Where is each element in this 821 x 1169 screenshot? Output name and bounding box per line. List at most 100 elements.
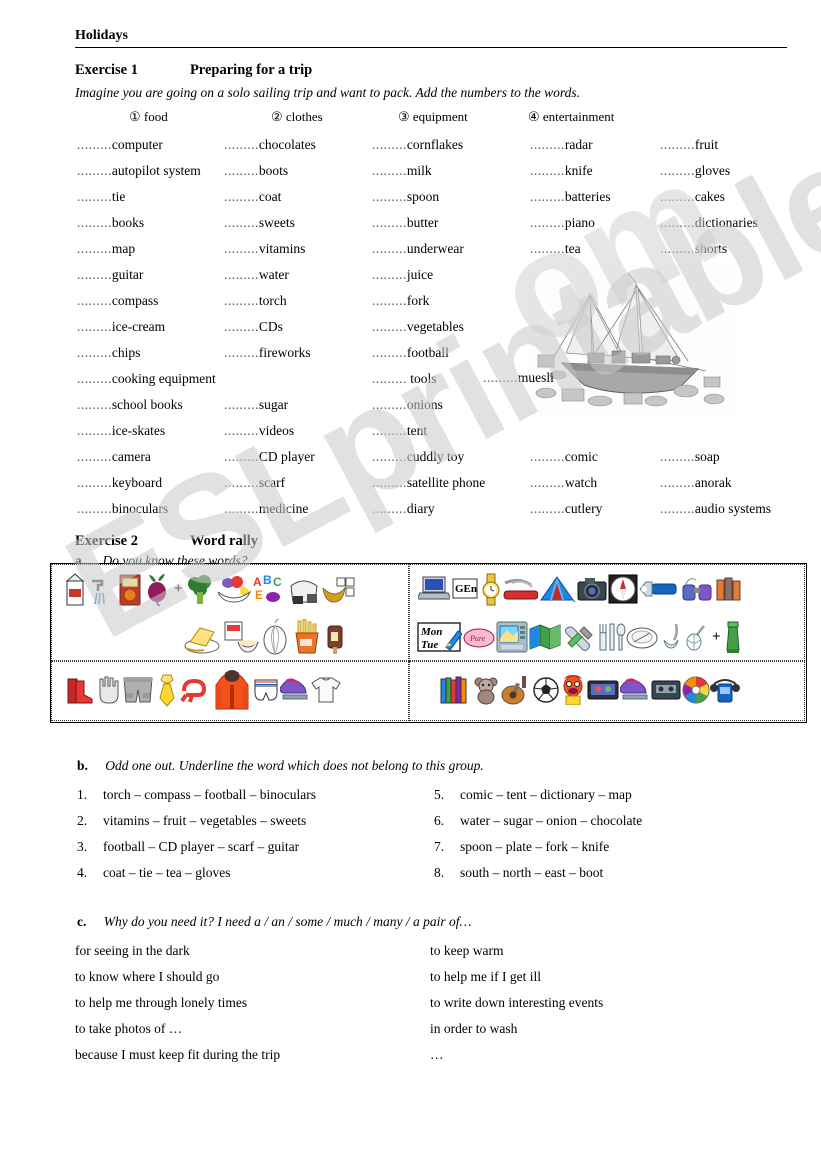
answer-dots[interactable]: .........: [530, 241, 565, 256]
answer-dots[interactable]: .........: [77, 267, 112, 282]
odd-one-out-row[interactable]: 1. torch – compass – football – binocular…: [77, 782, 316, 808]
answer-dots[interactable]: .........: [224, 345, 259, 360]
answer-dots[interactable]: .........: [224, 423, 259, 438]
answer-dots[interactable]: .........: [372, 475, 407, 490]
answer-dots[interactable]: .........: [372, 449, 407, 464]
answer-dots[interactable]: .........: [530, 215, 565, 230]
answer-dots[interactable]: .........: [660, 215, 695, 230]
word-item: .........shorts: [660, 236, 820, 262]
answer-dots[interactable]: .........: [224, 267, 259, 282]
answer-dots[interactable]: .........: [530, 137, 565, 152]
word-label: books: [111, 215, 145, 230]
answer-dots[interactable]: .........: [372, 371, 407, 386]
svg-text:C: C: [273, 575, 282, 589]
answer-dots[interactable]: .........: [224, 449, 259, 464]
teddy-bear-icon: [472, 675, 500, 705]
answer-dots[interactable]: .........: [530, 163, 565, 178]
answer-dots[interactable]: .........: [77, 293, 112, 308]
word-item: .........piano: [530, 210, 670, 236]
answer-dots[interactable]: .........: [224, 501, 259, 516]
answer-dots[interactable]: .........: [372, 423, 407, 438]
answer-dots[interactable]: .........: [77, 189, 112, 204]
svg-text:Tue: Tue: [421, 639, 438, 651]
category-header-food: ① food: [129, 109, 168, 125]
category-number: ③: [398, 109, 410, 124]
answer-dots[interactable]: .........: [372, 163, 407, 178]
answer-dots[interactable]: .........: [530, 475, 565, 490]
answer-dots[interactable]: .........: [77, 241, 112, 256]
answer-dots[interactable]: .........: [77, 397, 112, 412]
answer-dots[interactable]: .........: [77, 423, 112, 438]
answer-dots[interactable]: .........: [77, 345, 112, 360]
answer-dots[interactable]: .........: [660, 449, 695, 464]
answer-dots[interactable]: .........: [77, 215, 112, 230]
answer-dots[interactable]: .........: [77, 137, 112, 152]
word-item: .........soap: [660, 444, 820, 470]
word-item: .........radar: [530, 132, 670, 158]
answer-dots[interactable]: .........: [660, 241, 695, 256]
answer-dots[interactable]: .........: [660, 475, 695, 490]
answer-dots[interactable]: .........: [372, 319, 407, 334]
answer-dots[interactable]: .........: [372, 501, 407, 516]
answer-dots[interactable]: .........: [372, 215, 407, 230]
word-label: chips: [111, 345, 141, 360]
answer-dots[interactable]: .........: [77, 449, 112, 464]
part-c-prompt: Why do you need it? I need a / an / some…: [103, 914, 472, 929]
answer-dots[interactable]: .........: [660, 501, 695, 516]
answer-dots[interactable]: .........: [530, 449, 565, 464]
answer-dots[interactable]: .........: [372, 189, 407, 204]
answer-dots[interactable]: .........: [660, 189, 695, 204]
answer-dots[interactable]: .........: [224, 293, 259, 308]
odd-one-out-row[interactable]: 2. vitamins – fruit – vegetables – sweets: [77, 808, 316, 834]
answer-dots[interactable]: .........: [372, 241, 407, 256]
pocket-knife-icon: [502, 575, 538, 603]
word-label: shorts: [694, 241, 728, 256]
plate-icon: [626, 624, 658, 650]
answer-dots[interactable]: .........: [224, 137, 259, 152]
word-item: .........coat: [224, 184, 374, 210]
svg-text:GEn: GEn: [455, 583, 477, 595]
word-item: .........water: [224, 262, 374, 288]
exercise1-label: Exercise 1: [75, 62, 138, 78]
answer-dots[interactable]: .........: [77, 163, 112, 178]
answer-dots[interactable]: .........: [77, 319, 112, 334]
answer-dots[interactable]: .........: [372, 397, 407, 412]
answer-dots[interactable]: .........: [224, 475, 259, 490]
word-label: coat: [258, 189, 282, 204]
answer-dots[interactable]: .........: [372, 267, 407, 282]
answer-dots[interactable]: .........: [660, 137, 695, 152]
answer-dots[interactable]: .........: [224, 215, 259, 230]
answer-dots[interactable]: .........: [372, 293, 407, 308]
word-label: ice-cream: [111, 319, 166, 334]
word-label: tent: [406, 423, 428, 438]
odd-one-out-row[interactable]: 6. water – sugar – onion – chocolate: [434, 808, 642, 834]
svg-text:Mon: Mon: [420, 626, 442, 638]
odd-one-out-row[interactable]: 8. south – north – east – boot: [434, 860, 642, 886]
odd-one-out-row[interactable]: 5. comic – tent – dictionary – map: [434, 782, 642, 808]
answer-dots[interactable]: .........: [77, 371, 112, 386]
answer-dots[interactable]: .........: [530, 501, 565, 516]
answer-dots[interactable]: .........: [77, 475, 112, 490]
answer-dots[interactable]: .........: [224, 163, 259, 178]
answer-dots[interactable]: .........: [224, 397, 259, 412]
answer-dots[interactable]: .........: [224, 319, 259, 334]
answer-dots: .........: [483, 370, 518, 385]
odd-one-out-row[interactable]: 7. spoon – plate – fork – knife: [434, 834, 642, 860]
odd-one-out-row[interactable]: 4. coat – tie – tea – gloves: [77, 860, 316, 886]
ice-skates-icon: [620, 677, 650, 703]
ice-cream-icon: [322, 620, 348, 654]
answer-dots[interactable]: .........: [372, 137, 407, 152]
word-label: cakes: [694, 189, 725, 204]
whisk-icon: [684, 622, 710, 652]
part-c-letter: c.: [77, 914, 87, 929]
answer-dots[interactable]: .........: [224, 241, 259, 256]
word-label: spoon: [406, 189, 440, 204]
answer-dots[interactable]: .........: [372, 345, 407, 360]
answer-dots[interactable]: .........: [77, 501, 112, 516]
answer-dots[interactable]: .........: [530, 189, 565, 204]
reason-item: to keep warm: [430, 943, 504, 958]
odd-one-out-row[interactable]: 3. football – CD player – scarf – guitar: [77, 834, 316, 860]
answer-dots[interactable]: .........: [224, 189, 259, 204]
answer-dots[interactable]: .........: [660, 163, 695, 178]
word-item: .........anorak: [660, 470, 820, 496]
